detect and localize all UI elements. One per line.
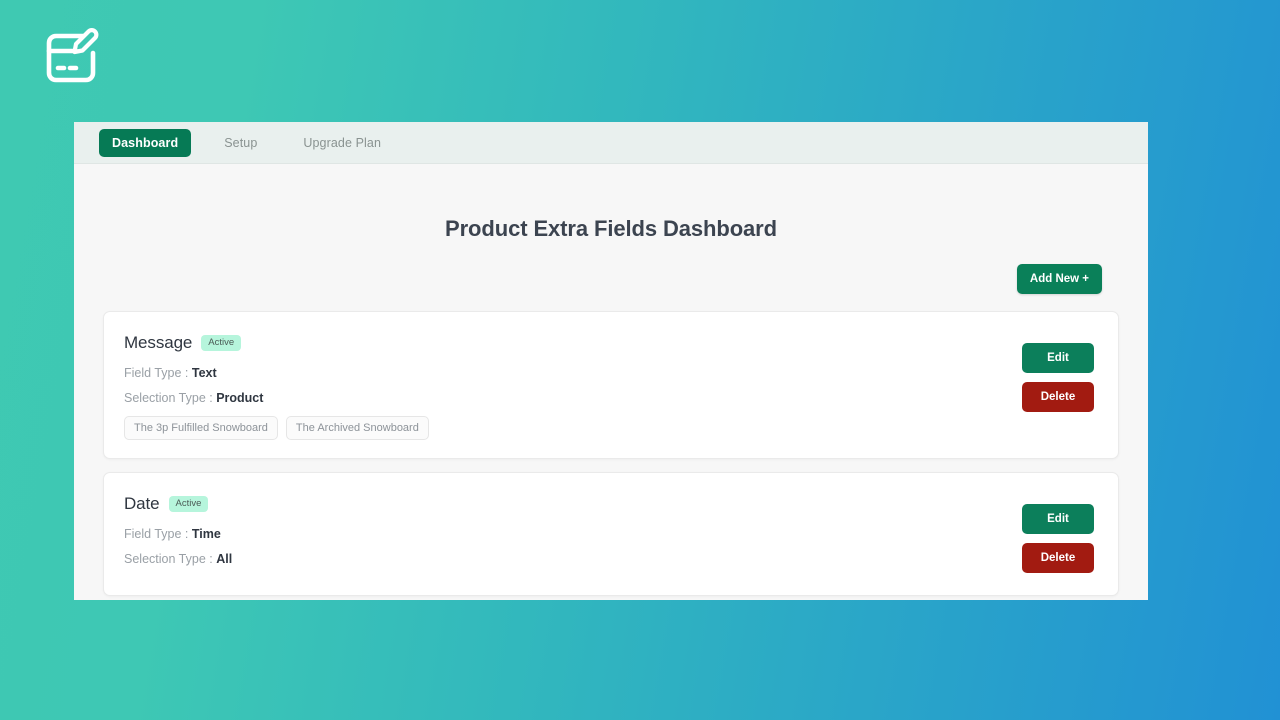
field-card-title: Message xyxy=(124,333,193,352)
field-card: Date Active Field Type : Time Selection … xyxy=(103,472,1119,596)
field-type-row: Field Type : Time xyxy=(124,527,1022,541)
selection-type-value: Product xyxy=(216,391,264,405)
nav-item-setup[interactable]: Setup xyxy=(211,129,270,157)
selection-type-row: Selection Type : All xyxy=(124,552,1022,566)
product-chip-list: The 3p Fulfilled Snowboard The Archived … xyxy=(124,416,1022,440)
selection-type-value: All xyxy=(216,552,233,566)
field-type-value: Text xyxy=(191,366,217,380)
delete-button[interactable]: Delete xyxy=(1022,543,1094,573)
add-new-button[interactable]: Add New + xyxy=(1016,264,1102,294)
field-card-list: Message Active Field Type : Text Selecti… xyxy=(103,311,1119,596)
field-card-title: Date xyxy=(124,494,160,513)
panel-body: Product Extra Fields Dashboard Add New +… xyxy=(74,164,1148,599)
edit-button[interactable]: Edit xyxy=(1022,343,1094,373)
nav-item-dashboard[interactable]: Dashboard xyxy=(99,128,192,157)
field-card-actions: Edit Delete xyxy=(1022,494,1094,573)
product-chip: The 3p Fulfilled Snowboard xyxy=(124,416,278,440)
field-card-content: Date Active Field Type : Time Selection … xyxy=(124,494,1022,577)
field-card-actions: Edit Delete xyxy=(1022,333,1094,412)
nav-item-upgrade-plan[interactable]: Upgrade Plan xyxy=(290,129,394,157)
page-title: Product Extra Fields Dashboard xyxy=(445,216,777,241)
app-panel: Dashboard Setup Upgrade Plan Product Ext… xyxy=(74,122,1148,600)
field-card-header: Date Active xyxy=(124,494,1022,514)
product-chip: The Archived Snowboard xyxy=(285,416,429,440)
toolbar: Add New + xyxy=(103,242,1119,294)
field-card-content: Message Active Field Type : Text Selecti… xyxy=(124,333,1022,440)
field-type-label: Field Type : xyxy=(124,527,189,541)
field-card-header: Message Active xyxy=(124,333,1022,353)
form-edit-pencil-icon xyxy=(46,28,99,83)
selection-type-label: Selection Type : xyxy=(124,552,213,566)
field-card: Message Active Field Type : Text Selecti… xyxy=(103,311,1119,459)
edit-button[interactable]: Edit xyxy=(1022,504,1094,534)
app-logo xyxy=(42,28,104,88)
field-type-value: Time xyxy=(191,527,221,541)
delete-button[interactable]: Delete xyxy=(1022,382,1094,412)
top-navigation: Dashboard Setup Upgrade Plan xyxy=(74,122,1148,164)
field-type-label: Field Type : xyxy=(124,366,189,380)
status-badge: Active xyxy=(168,496,209,512)
selection-type-label: Selection Type : xyxy=(124,391,213,405)
field-type-row: Field Type : Text xyxy=(124,366,1022,380)
selection-type-row: Selection Type : Product xyxy=(124,391,1022,405)
status-badge: Active xyxy=(201,335,242,351)
